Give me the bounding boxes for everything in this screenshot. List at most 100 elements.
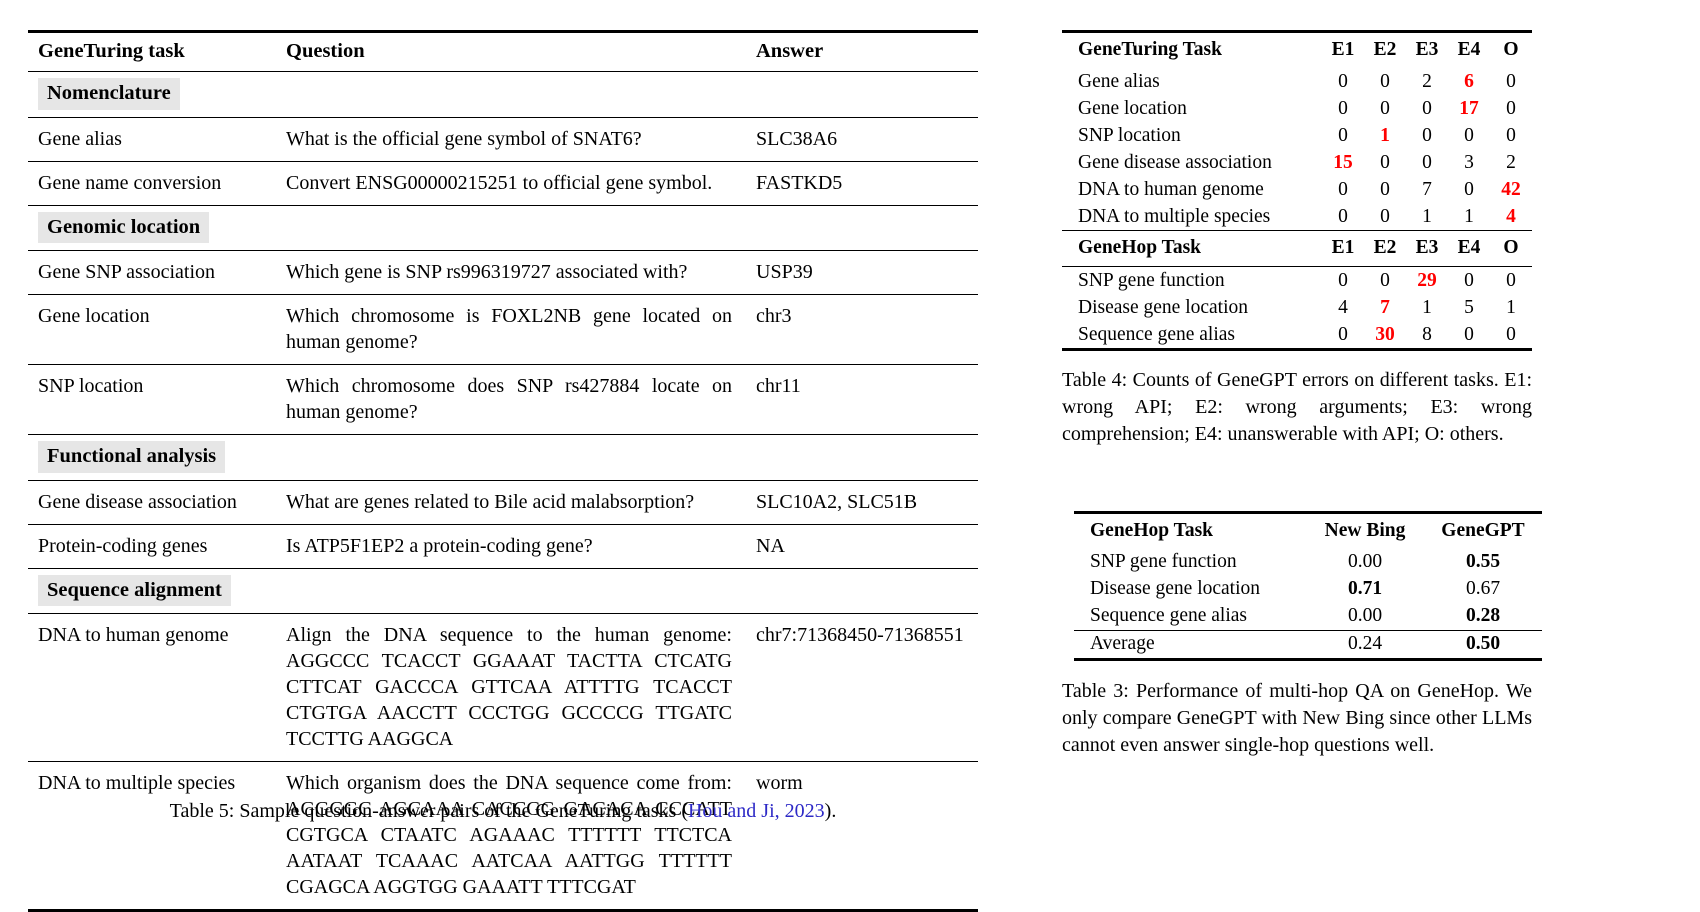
task-cell: Gene name conversion <box>28 160 276 206</box>
o-cell: 0 <box>1506 124 1516 146</box>
task-cell: DNA to multiple species <box>28 761 276 912</box>
table3-caption: Table 3: Performance of multi-hop QA on … <box>1062 679 1532 756</box>
table-row: SNP gene function 0 0 29 0 0 <box>1062 266 1532 294</box>
section-cell: Nomenclature <box>28 71 978 118</box>
answer-cell: chr7:71368450-71368551 <box>746 613 978 762</box>
table4-col-e1: E1 <box>1322 31 1364 68</box>
answer-cell: FASTKD5 <box>746 160 978 206</box>
task-cell: Gene SNP association <box>28 250 276 295</box>
task-cell: Protein-coding genes <box>28 523 276 569</box>
task-cell: Sequence gene alias <box>1062 321 1322 351</box>
task-cell: SNP gene function <box>1090 551 1237 573</box>
table4-col-e3: E3 <box>1406 31 1448 68</box>
e3-cell: 0 <box>1422 151 1432 173</box>
question-cell: Convert ENSG00000215251 to official gene… <box>276 160 746 206</box>
e3-cell: 7 <box>1422 178 1432 200</box>
task-cell: Gene disease association <box>28 479 276 525</box>
table4-genehop-col-o: O <box>1490 230 1532 267</box>
table-row: SNP gene function 0.00 0.55 <box>1074 549 1542 576</box>
table-row: Gene disease association 15 0 0 3 2 <box>1062 149 1532 176</box>
table5-caption: Table 5: Sample question-answer pairs of… <box>28 800 978 823</box>
table-row: Protein-coding genes Is ATP5F1EP2 a prot… <box>28 523 978 569</box>
task-cell: SNP location <box>28 364 276 435</box>
e1-cell: 0 <box>1338 97 1348 119</box>
table-row: Sequence gene alias 0 30 8 0 0 <box>1062 321 1532 351</box>
e4-cell: 6 <box>1464 70 1474 92</box>
table4-geneturing-header-row: GeneTuring Task E1 E2 E3 E4 O <box>1062 31 1532 68</box>
e2-cell: 7 <box>1380 296 1390 318</box>
task-cell: Disease gene location <box>1078 296 1249 318</box>
e2-cell: 0 <box>1380 97 1390 119</box>
table5-col-task: GeneTuring task <box>28 31 276 72</box>
e1-cell: 4 <box>1338 296 1348 318</box>
table4-caption: Table 4: Counts of GeneGPT errors on dif… <box>1062 369 1532 446</box>
answer-cell: USP39 <box>746 250 978 295</box>
answer-cell: NA <box>746 523 978 569</box>
citation-link[interactable]: Hou and Ji, 2023 <box>688 800 825 822</box>
table-row: Gene location Which chromosome is FOXL2N… <box>28 294 978 365</box>
answer-cell: SLC38A6 <box>746 116 978 162</box>
o-cell: 4 <box>1506 205 1516 227</box>
e4-cell: 1 <box>1464 205 1474 227</box>
e4-cell: 3 <box>1464 151 1474 173</box>
table3-container: GeneHop Task New Bing GeneGPT SNP gene f… <box>1074 511 1542 661</box>
o-cell: 0 <box>1506 70 1516 92</box>
answer-cell: chr11 <box>746 364 978 435</box>
o-cell: 42 <box>1501 178 1521 200</box>
table4-genehop-col-e2: E2 <box>1364 230 1406 267</box>
table-row: Disease gene location 0.71 0.67 <box>1074 576 1542 603</box>
e2-cell: 0 <box>1380 151 1390 173</box>
task-cell: Gene location <box>1078 97 1187 119</box>
e3-cell: 8 <box>1406 321 1448 351</box>
question-cell: What is the official gene symbol of SNAT… <box>276 116 746 162</box>
table5-container: GeneTuring task Question Answer Nomencla… <box>28 30 978 912</box>
table3-col-new-bing: New Bing <box>1306 511 1424 549</box>
e1-cell: 0 <box>1338 178 1348 200</box>
question-cell: Which chromosome is FOXL2NB gene located… <box>276 294 746 365</box>
e4-cell: 17 <box>1459 97 1479 119</box>
right-column: GeneTuring Task E1 E2 E3 E4 O Gene alias… <box>1062 30 1542 759</box>
table5-col-question: Question <box>276 31 746 72</box>
e1-cell: 15 <box>1333 151 1353 173</box>
e2-cell: 0 <box>1380 70 1390 92</box>
question-cell: Which chromosome does SNP rs427884 locat… <box>276 364 746 435</box>
table5-header-row: GeneTuring task Question Answer <box>28 31 978 72</box>
e2-cell: 0 <box>1364 266 1406 294</box>
section-label-sequence-alignment: Sequence alignment <box>38 574 231 607</box>
new-bing-cell: 0.00 <box>1347 551 1383 573</box>
task-cell: DNA to human genome <box>28 613 276 762</box>
table4-genehop-col-e3: E3 <box>1406 230 1448 267</box>
section-label-functional-analysis: Functional analysis <box>38 441 226 473</box>
genegpt-cell: 0.67 <box>1465 578 1501 600</box>
table-row: Disease gene location 4 7 1 5 1 <box>1062 294 1532 321</box>
e4-cell: 0 <box>1464 124 1474 146</box>
table4-genehop-col-e4: E4 <box>1448 230 1490 267</box>
table5-caption-prefix: Table 5: Sample question-answer pairs of… <box>169 800 688 822</box>
table5-caption-suffix: ). <box>824 800 837 822</box>
section-label-genomic-location: Genomic location <box>38 211 210 244</box>
table-row: Gene name conversion Convert ENSG0000021… <box>28 160 978 206</box>
e2-cell: 1 <box>1380 124 1390 146</box>
new-bing-cell: 0.00 <box>1347 605 1383 627</box>
table-row: DNA to multiple species 0 0 1 1 4 <box>1062 203 1532 231</box>
question-cell: Align the DNA sequence to the human geno… <box>276 613 746 762</box>
table-row: Sequence gene alias 0.00 0.28 <box>1074 603 1542 631</box>
e3-cell: 1 <box>1422 205 1432 227</box>
table4-genehop-col-task: GeneHop Task <box>1062 230 1322 267</box>
table-row: Gene SNP association Which gene is SNP r… <box>28 250 978 295</box>
table-row: Gene alias 0 0 2 6 0 <box>1062 68 1532 95</box>
e3-cell: 29 <box>1406 266 1448 294</box>
table-row: SNP location 0 1 0 0 0 <box>1062 122 1532 149</box>
task-cell: DNA to human genome <box>1078 178 1264 200</box>
section-cell: Genomic location <box>28 204 978 251</box>
e3-cell: 0 <box>1422 124 1432 146</box>
table5-section-row: Sequence alignment <box>28 567 978 614</box>
table5-section-row: Genomic location <box>28 204 978 251</box>
o-cell: 2 <box>1506 151 1516 173</box>
o-cell: 1 <box>1506 296 1516 318</box>
answer-cell: SLC10A2, SLC51B <box>746 479 978 525</box>
table4-genehop-header-row: GeneHop Task E1 E2 E3 E4 O <box>1062 230 1532 267</box>
table3: GeneHop Task New Bing GeneGPT SNP gene f… <box>1074 511 1542 661</box>
e2-cell: 0 <box>1380 178 1390 200</box>
e2-cell: 0 <box>1380 205 1390 227</box>
